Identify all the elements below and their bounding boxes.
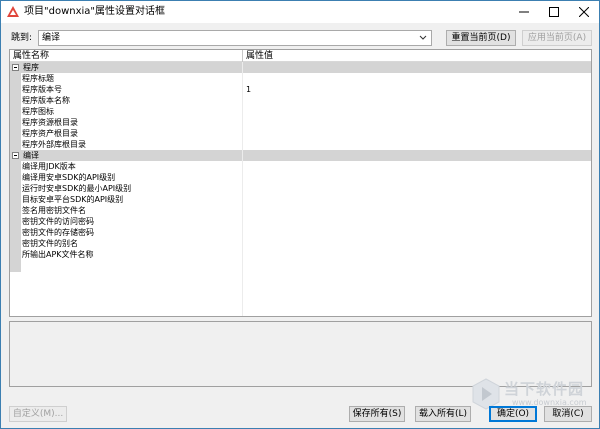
property-name: 程序资源根目录 <box>22 118 78 127</box>
custom-button[interactable]: 自定义(M)... <box>9 406 67 422</box>
close-button[interactable] <box>569 1 599 23</box>
cancel-button[interactable]: 取消(C) <box>544 406 592 422</box>
property-row[interactable]: 程序外部库根目录 <box>10 139 591 150</box>
apply-page-button[interactable]: 应用当前页(A) <box>522 30 592 46</box>
property-grid[interactable]: 属性名称 属性值 程序 程序标题 程序版本号 1 程序版本名称 程序图标 程序资源根目录 程序… <box>9 49 592 317</box>
property-name: 程序标题 <box>22 74 54 83</box>
property-rows: 程序程序标题程序版本号 1 程序版本名称 程序图标程序资源根目录 程序资产根目录 程序外部… <box>10 62 591 260</box>
property-row[interactable]: 密钥文件的访问密码 <box>10 216 591 227</box>
property-row[interactable]: 程序资产根目录 <box>10 128 591 139</box>
property-name: 签名用密钥文件名 <box>22 206 86 215</box>
save-all-button[interactable]: 保存所有(S) <box>349 406 405 422</box>
window-title: 项目"downxia"属性设置对话框 <box>24 6 166 17</box>
category-label: 编译 <box>23 151 39 160</box>
minimize-button[interactable] <box>509 1 539 23</box>
maximize-button[interactable] <box>539 1 569 23</box>
row-gutter <box>10 84 21 95</box>
minimize-icon <box>519 11 529 13</box>
collapse-toggle-icon[interactable] <box>12 64 19 71</box>
jump-select[interactable]: 编译 <box>38 30 432 46</box>
category-row[interactable]: 程序 <box>10 62 591 73</box>
category-label: 程序 <box>23 63 39 72</box>
jump-label: 跳到: <box>11 33 33 43</box>
property-name: 程序图标 <box>22 107 54 116</box>
column-guide-line <box>242 62 243 316</box>
property-name: 程序资产根目录 <box>22 129 78 138</box>
category-row[interactable]: 编译 <box>10 150 591 161</box>
property-row[interactable]: 程序图标 <box>10 106 591 117</box>
property-row[interactable]: 运行时安卓SDK的最小API级别 <box>10 183 591 194</box>
row-gutter <box>10 128 21 139</box>
jump-select-value: 编译 <box>42 33 61 43</box>
dialog-window: 项目"downxia"属性设置对话框 跳到: 编译 重置当前页(D) 应用当前页… <box>0 0 600 429</box>
property-row[interactable]: 程序标题 <box>10 73 591 84</box>
chevron-down-icon <box>419 35 427 40</box>
collapse-toggle-icon[interactable] <box>12 152 19 159</box>
property-name: 目标安卓平台SDK的API级别 <box>22 195 124 204</box>
property-name: 编译用安卓SDK的API级别 <box>22 173 116 182</box>
property-name: 程序版本号 <box>22 85 62 94</box>
row-gutter <box>10 205 21 216</box>
property-row[interactable]: 密钥文件的别名 <box>10 238 591 249</box>
row-gutter <box>10 73 21 84</box>
row-gutter-fill <box>10 260 21 272</box>
property-name: 密钥文件的存储密码 <box>22 228 94 237</box>
property-row[interactable]: 编译用JDK版本 <box>10 161 591 172</box>
row-gutter <box>10 194 21 205</box>
row-gutter <box>10 227 21 238</box>
property-row[interactable]: 编译用安卓SDK的API级别 <box>10 172 591 183</box>
maximize-icon <box>549 7 559 17</box>
column-header-name[interactable]: 属性名称 <box>13 50 49 62</box>
load-all-button[interactable]: 载入所有(L) <box>415 406 471 422</box>
property-name: 运行时安卓SDK的最小API级别 <box>22 184 132 193</box>
property-row[interactable]: 程序版本号 1 <box>10 84 591 95</box>
row-gutter <box>10 183 21 194</box>
property-row[interactable]: 密钥文件的存储密码 <box>10 227 591 238</box>
close-icon <box>579 7 589 17</box>
app-logo-icon <box>7 6 19 17</box>
property-row[interactable]: 签名用密钥文件名 <box>10 205 591 216</box>
property-row[interactable]: 程序资源根目录 <box>10 117 591 128</box>
row-gutter <box>10 161 21 172</box>
property-name: 程序外部库根目录 <box>22 140 86 149</box>
property-row[interactable]: 程序版本名称 <box>10 95 591 106</box>
row-gutter <box>10 95 21 106</box>
reset-page-button[interactable]: 重置当前页(D) <box>446 30 516 46</box>
grid-header: 属性名称 属性值 <box>10 50 591 62</box>
ok-button[interactable]: 确定(O) <box>489 406 537 422</box>
title-bar[interactable]: 项目"downxia"属性设置对话框 <box>1 1 599 23</box>
column-divider[interactable] <box>242 50 243 62</box>
column-header-value[interactable]: 属性值 <box>246 50 273 62</box>
property-name: 密钥文件的别名 <box>22 239 78 248</box>
property-name: 密钥文件的访问密码 <box>22 217 94 226</box>
row-gutter <box>10 216 21 227</box>
property-row[interactable]: 目标安卓平台SDK的API级别 <box>10 194 591 205</box>
row-gutter <box>10 238 21 249</box>
property-value[interactable]: 1 <box>246 84 251 95</box>
property-name: 编译用JDK版本 <box>22 162 76 171</box>
row-gutter <box>10 117 21 128</box>
property-row[interactable]: 所输出APK文件名称 <box>10 249 591 260</box>
watermark-text: 当下软件园 <box>504 380 585 398</box>
row-gutter <box>10 172 21 183</box>
row-gutter <box>10 106 21 117</box>
property-name: 所输出APK文件名称 <box>22 250 94 259</box>
property-name: 程序版本名称 <box>22 96 70 105</box>
row-gutter <box>10 139 21 150</box>
row-gutter <box>10 249 21 260</box>
